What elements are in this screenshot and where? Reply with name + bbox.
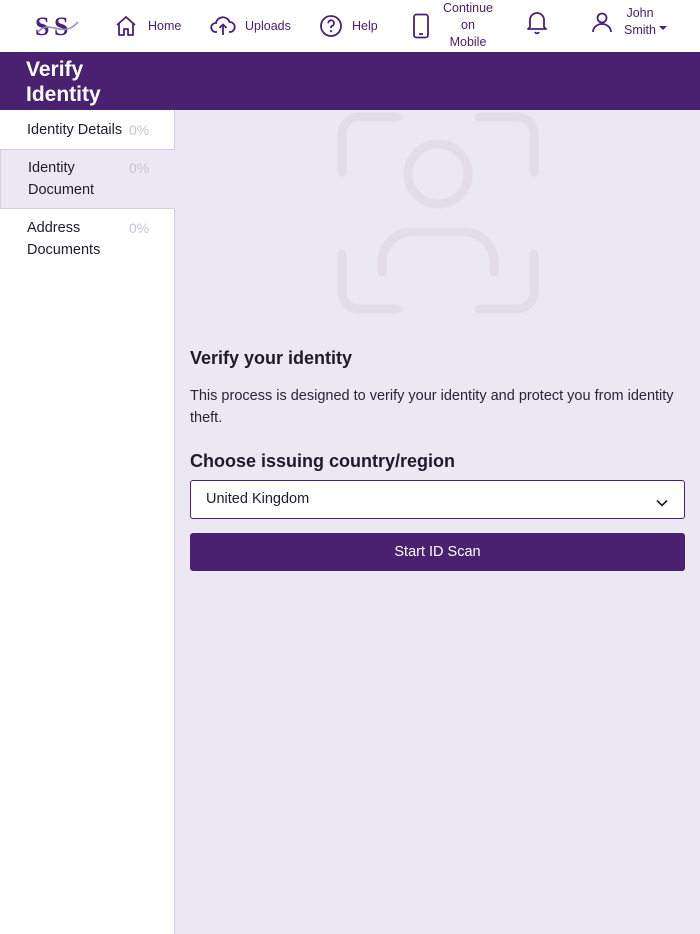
sidebar-item-label: Identity Details — [27, 122, 123, 138]
top-navigation: S S Home Uploads Help Continue on Mobile — [0, 0, 700, 52]
home-icon — [114, 14, 138, 38]
nav-mobile-line3: Mobile — [449, 35, 487, 49]
upload-cloud-icon — [210, 14, 236, 38]
nav-uploads[interactable]: Uploads — [210, 0, 291, 52]
camera-frame-icon — [337, 112, 539, 314]
user-menu-icon-wrap[interactable] — [591, 0, 613, 48]
main-content: Verify your identity This process is des… — [175, 110, 700, 934]
sidebar-item-progress: 0% — [129, 122, 150, 138]
start-id-scan-button[interactable]: Start ID Scan — [190, 533, 685, 571]
sidebar-item-identity-details[interactable]: Identity Details 0% — [0, 110, 175, 149]
user-icon — [591, 10, 613, 34]
nav-uploads-label: Uploads — [245, 19, 291, 33]
notifications-button[interactable] — [525, 0, 549, 48]
nav-help[interactable]: Help — [319, 0, 378, 52]
country-select-value: United Kingdom — [206, 491, 310, 507]
nav-mobile-line1: Continue — [442, 1, 494, 15]
verify-description: This process is designed to verify your … — [190, 388, 674, 426]
sidebar-item-progress: 0% — [129, 220, 150, 236]
verify-heading: Verify your identity — [190, 348, 353, 368]
ss-logo-icon: S S — [35, 12, 79, 41]
user-last-name: Smith — [624, 23, 656, 37]
bell-icon — [525, 9, 549, 35]
page-header-banner: Verify Identity — [0, 52, 700, 110]
country-heading: Choose issuing country/region — [190, 451, 456, 471]
nav-mobile-line2: on — [461, 18, 475, 32]
nav-mobile-icon-wrap[interactable] — [411, 0, 431, 52]
nav-help-label: Help — [352, 19, 378, 33]
brand-logo[interactable]: S S — [34, 10, 82, 42]
mobile-phone-icon — [411, 13, 431, 39]
caret-down-icon[interactable] — [658, 19, 668, 37]
chevron-down-icon — [656, 494, 668, 512]
sidebar-item-address-documents[interactable]: Address Documents 0% — [0, 209, 175, 269]
sidebar-item-progress: 0% — [129, 160, 150, 176]
sidebar-item-label: Identity Document — [28, 160, 95, 198]
page-title: Verify Identity — [26, 58, 101, 106]
nav-home-label: Home — [148, 19, 182, 33]
user-first-name: John — [626, 6, 654, 20]
country-select[interactable]: United Kingdom — [190, 480, 685, 519]
help-circle-icon — [319, 14, 343, 38]
user-menu[interactable]: John Smith — [620, 5, 660, 39]
svg-text:S: S — [54, 12, 68, 41]
progress-sidebar: Identity Details 0% Identity Document 0%… — [0, 110, 175, 934]
nav-home[interactable]: Home — [114, 0, 181, 52]
sidebar-item-identity-document[interactable]: Identity Document 0% — [0, 149, 175, 209]
nav-continue-on-mobile[interactable]: Continue on Mobile — [438, 0, 498, 51]
sidebar-item-label: Address Documents — [27, 220, 101, 258]
